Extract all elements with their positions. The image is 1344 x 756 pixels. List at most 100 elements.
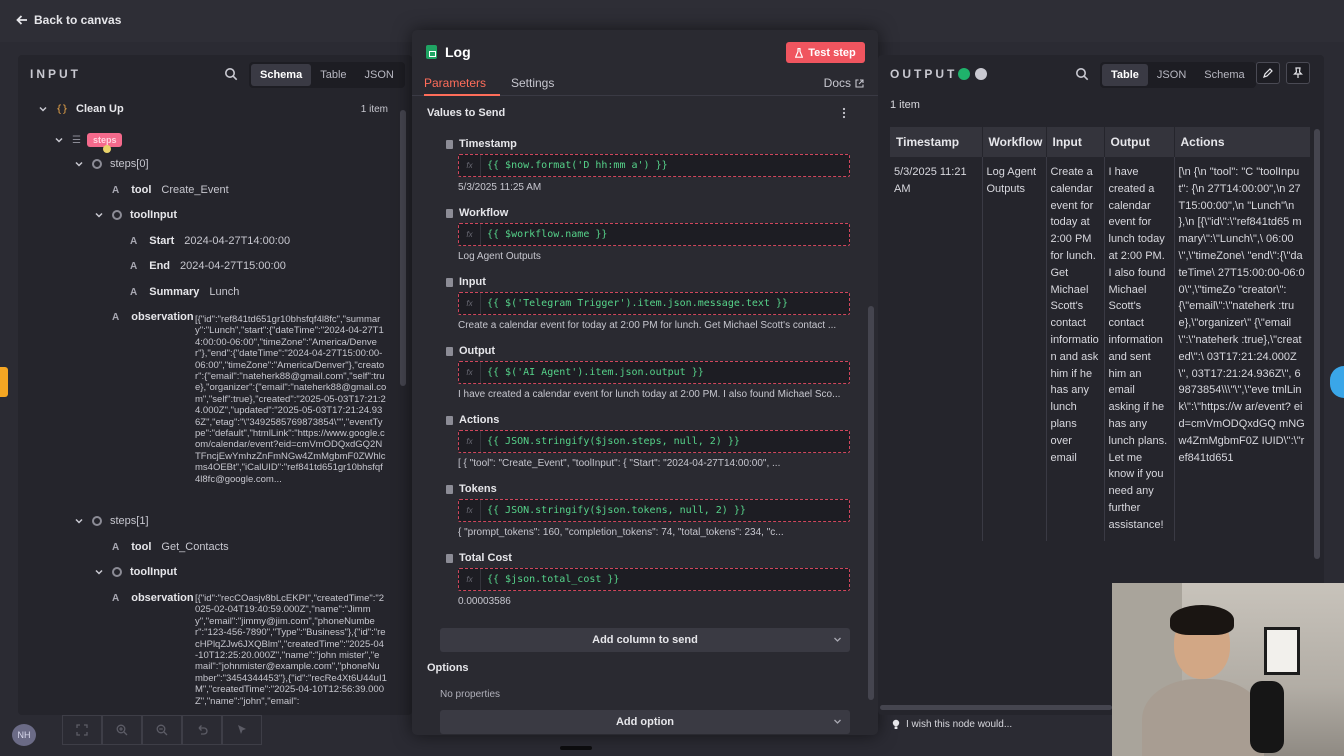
expression-tokens[interactable]: fx {{ JSON.stringify($json.tokens, null, … [458,499,850,522]
edit-output-button[interactable] [1256,62,1280,84]
expression-input[interactable]: fx {{ $('Telegram Trigger').item.json.mes… [458,292,850,315]
tree-row-end[interactable]: A End 2024-04-27T15:00:00 [130,260,286,272]
tree-row-start[interactable]: A Start 2024-04-27T14:00:00 [130,235,290,247]
output-view-json[interactable]: JSON [1148,64,1195,86]
table-cell: I have created a calendar event for lunc… [1104,157,1175,541]
preview-actions: [ { "tool": "Create_Event", "toolInput":… [458,458,781,469]
tree-row-step0[interactable]: steps[0] [74,158,149,170]
column-header[interactable]: Timestamp [890,127,983,157]
fit-view-button[interactable] [62,715,102,745]
tree-row-root[interactable]: {} Clean Up 1 item [38,103,388,115]
fx-icon: fx [459,293,481,314]
back-to-canvas-button[interactable]: Back to canvas [16,13,121,27]
zoom-out-button[interactable] [142,715,182,745]
output-scrollbar-horizontal[interactable] [880,705,1112,710]
add-option-button[interactable]: Add option [440,710,850,734]
fx-icon: fx [459,362,481,383]
chevron-down-icon[interactable] [94,567,104,577]
avatar[interactable]: NH [12,724,36,746]
field-value: 2024-04-27T15:00:00 [180,260,286,272]
field-key: toolInput [130,209,178,221]
search-icon[interactable] [1075,67,1089,81]
tree-row-step0-observation[interactable]: A observation [112,311,204,323]
feedback-hint[interactable]: I wish this node would... [892,719,1012,730]
input-view-json[interactable]: JSON [356,64,403,86]
input-scrollbar[interactable] [400,110,406,386]
output-table-viewport: Timestamp Workflow Input Output Actions … [890,127,1310,635]
column-header[interactable]: Output [1104,127,1175,157]
string-type-icon: A [130,235,138,247]
trash-icon[interactable] [446,415,453,425]
google-sheets-icon [426,45,437,59]
docs-link[interactable]: Docs [824,76,864,90]
node-edge-handle-right[interactable] [1330,366,1344,398]
table-cell: [\n {\n "tool": "C "toolInput": {\n 27T1… [1174,157,1310,541]
chevron-down-icon[interactable] [54,135,64,145]
output-view-schema[interactable]: Schema [1195,64,1253,86]
input-panel: INPUT Schema Table JSON {} Clean Up 1 it… [18,55,412,715]
object-circle-icon [112,567,122,577]
tree-row-step1[interactable]: steps[1] [74,515,149,527]
field-value: Create_Event [161,184,229,196]
expression-total-cost[interactable]: fx {{ $json.total_cost }} [458,568,850,591]
tree-row-summary[interactable]: A Summary Lunch [130,286,239,298]
trash-icon[interactable] [446,277,453,287]
log-scrollbar[interactable] [868,306,874,700]
expression-code: {{ $now.format('D hh:mm a') }} [487,160,668,171]
node-edge-handle-left[interactable] [0,367,8,397]
pin-data-button[interactable] [1286,62,1310,84]
expression-code: {{ $json.total_cost }} [487,574,620,585]
test-step-button[interactable]: Test step [786,42,865,63]
output-view-table[interactable]: Table [1102,64,1148,86]
column-header[interactable]: Workflow [982,127,1047,157]
tree-row-step1-observation[interactable]: A observation [112,592,204,604]
more-options-icon[interactable] [842,107,846,119]
log-title: Log [445,44,471,60]
cursor-icon [238,725,246,734]
info-icon[interactable] [975,68,987,80]
column-header[interactable]: Actions [1174,127,1310,157]
feedback-hint-text: I wish this node would... [906,719,1013,730]
expression-timestamp[interactable]: fx {{ $now.format('D hh:mm a') }} [458,154,850,177]
trash-icon[interactable] [446,139,453,149]
chevron-down-icon[interactable] [74,159,84,169]
trash-icon[interactable] [446,346,453,356]
column-header[interactable]: Input [1046,127,1105,157]
search-icon[interactable] [224,67,238,81]
log-node-panel: Log Test step Parameters Settings Docs V… [412,30,878,735]
expression-code: {{ JSON.stringify($json.tokens, null, 2)… [487,505,746,516]
trash-icon[interactable] [446,484,453,494]
presenter-body [1142,679,1264,756]
add-column-label: Add column to send [592,634,698,646]
expression-workflow[interactable]: fx {{ $workflow.name }} [458,223,850,246]
tree-row-step1-toolinput[interactable]: toolInput [94,566,187,578]
tab-parameters[interactable]: Parameters [424,76,486,90]
expression-output[interactable]: fx {{ $('AI Agent').item.json.output }} [458,361,850,384]
output-scrollbar-vertical[interactable] [1314,129,1320,559]
trash-icon[interactable] [446,208,453,218]
string-type-icon: A [112,311,120,323]
undo-button[interactable] [182,715,222,745]
input-view-table[interactable]: Table [311,64,355,86]
tab-settings[interactable]: Settings [511,76,554,90]
chevron-down-icon[interactable] [74,516,84,526]
preview-tokens: { "prompt_tokens": 160, "completion_toke… [458,527,784,538]
step1-name: steps[1] [110,515,149,527]
home-indicator [560,746,592,750]
tree-row-steps[interactable]: ☰ steps [54,133,123,147]
tree-row-step0-toolinput[interactable]: toolInput [94,209,187,221]
trash-icon[interactable] [446,553,453,563]
input-view-schema[interactable]: Schema [251,64,312,86]
chevron-down-icon[interactable] [94,210,104,220]
tree-row-step1-tool[interactable]: A tool Get_Contacts [112,541,229,553]
preview-output: I have created a calendar event for lunc… [458,389,841,400]
step1-observation-value: [{"id":"recCOasjv8bLcEKPI","createdTime"… [195,593,387,707]
expression-actions[interactable]: fx {{ JSON.stringify($json.steps, null, 2… [458,430,850,453]
add-column-button[interactable]: Add column to send [440,628,850,652]
string-type-icon: A [112,184,120,196]
chevron-down-icon[interactable] [38,104,48,114]
object-icon: {} [56,103,69,115]
tree-row-step0-tool[interactable]: A tool Create_Event [112,184,229,196]
select-tool-button[interactable] [222,715,262,745]
zoom-in-button[interactable] [102,715,142,745]
